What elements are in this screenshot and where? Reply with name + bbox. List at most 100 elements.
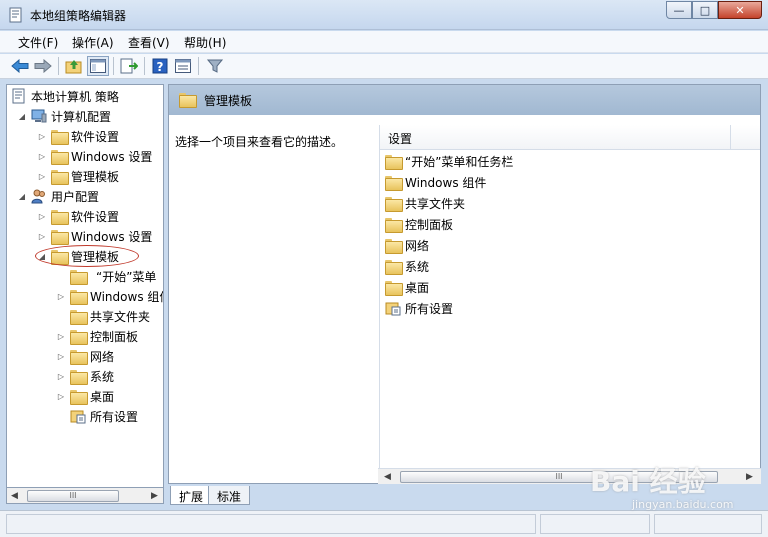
expand-arrow-icon[interactable]: ▷ [37,131,47,141]
folder-icon [70,329,88,345]
expand-arrow-icon[interactable]: ▷ [56,371,66,381]
scroll-left-icon[interactable]: ◀ [384,472,391,482]
tree-item-admin-templates[interactable]: ▷ 管理模板 [37,167,119,185]
list-item-start-menu[interactable]: “开始”菜单和任务栏 [385,151,513,171]
computer-icon [31,109,47,123]
tree-item-desktop[interactable]: ▷ 桌面 [56,387,114,405]
scroll-right-icon[interactable]: ▶ [746,472,753,482]
tree-item-label: Windows 设置 [71,229,153,244]
expand-arrow-icon[interactable]: ▷ [56,331,66,341]
export-list-button[interactable] [118,56,140,76]
help-icon: ? [152,58,168,74]
forward-button[interactable] [32,56,54,76]
list-item-desktop[interactable]: 桌面 [385,277,429,297]
title-bar[interactable]: 本地组策略编辑器 — □ ✕ [0,0,768,30]
users-icon [31,189,45,204]
tree-item-system[interactable]: ▷ 系统 [56,367,114,385]
folder-icon [385,238,403,254]
details-pane: 管理模板 选择一个项目来查看它的描述。 设置 “开始”菜单和任务栏 Window… [168,84,761,484]
list-item-label: 控制面板 [405,217,454,232]
tree-item-user-config[interactable]: ◢ 用户配置 [17,187,99,205]
settings-list[interactable]: 设置 “开始”菜单和任务栏 Windows 组件 共享文件夹 控制面板 网络 系… [379,125,760,483]
tree-item-computer-config[interactable]: ◢ 计算机配置 [17,107,111,125]
expand-arrow-icon[interactable]: ▷ [37,231,47,241]
tree-item-user-windows-settings[interactable]: ▷ Windows 设置 [37,227,152,245]
list-item-network[interactable]: 网络 [385,235,429,255]
tree-item-label: 计算机配置 [51,109,112,124]
tree-item-all-settings[interactable]: 所有设置 [70,407,138,425]
tree-item-network[interactable]: ▷ 网络 [56,347,114,365]
menu-help[interactable]: 帮助(H) [184,34,226,51]
tree-item-label: 管理模板 [71,169,120,184]
list-item-shared-folders[interactable]: 共享文件夹 [385,193,465,213]
tab-extended[interactable]: 扩展 [170,486,213,505]
folder-icon [385,196,403,212]
tree-item-shared-folders[interactable]: 共享文件夹 [70,307,150,325]
tree-item-root[interactable]: 本地计算机 策略 [11,87,119,105]
folder-icon [51,209,69,225]
column-header-settings[interactable]: 设置 [380,125,760,150]
help-button[interactable]: ? [149,56,171,76]
tree-item-windows-components[interactable]: ▷ Windows 组件 [56,287,163,305]
column-header-label: 设置 [388,132,413,146]
expand-arrow-icon[interactable]: ▷ [56,291,66,301]
tab-standard[interactable]: 标准 [208,486,251,505]
up-folder-icon [65,60,82,74]
minimize-button[interactable]: — [666,1,692,19]
menu-view[interactable]: 查看(V) [128,34,170,51]
tree-item-start-menu[interactable]: “开始”菜单 [70,267,156,285]
tree-horizontal-scrollbar[interactable]: ◀ III ▶ [6,487,164,504]
expand-arrow-icon[interactable]: ▷ [37,151,47,161]
tree-pane[interactable]: 本地计算机 策略 ◢ 计算机配置 ▷ 软件设置 ▷ Windows 设置 ▷ 管… [6,84,164,503]
folder-icon [385,217,403,233]
list-item-control-panel[interactable]: 控制面板 [385,214,453,234]
maximize-button[interactable]: □ [692,1,718,19]
status-bar [0,510,768,537]
menu-file[interactable]: 文件(F) [18,34,58,51]
list-item-system[interactable]: 系统 [385,256,429,276]
list-item-all-settings[interactable]: 所有设置 [385,298,453,318]
scroll-right-icon[interactable]: ▶ [151,491,158,501]
tree-item-label: 控制面板 [90,329,139,344]
up-level-button[interactable] [63,56,85,76]
properties-button[interactable] [172,56,194,76]
scroll-left-icon[interactable]: ◀ [11,491,18,501]
tree-item-label: 网络 [90,349,115,364]
close-button[interactable]: ✕ [718,1,762,19]
list-item-windows-components[interactable]: Windows 组件 [385,172,486,192]
menu-action[interactable]: 操作(A) [72,34,114,51]
tree-item-label: 系统 [90,369,115,384]
collapse-arrow-icon[interactable]: ◢ [17,191,27,201]
baidu-watermark: Bai 经验 [590,465,706,498]
tree-item-control-panel[interactable]: ▷ 控制面板 [56,327,138,345]
tree-item-label: 软件设置 [71,129,120,144]
toolbar-separator [144,57,145,75]
tree-item-software-settings[interactable]: ▷ 软件设置 [37,127,119,145]
folder-icon [385,259,403,275]
folder-icon [70,389,88,405]
collapse-arrow-icon[interactable]: ◢ [17,111,27,121]
expand-arrow-icon[interactable]: ▷ [37,211,47,221]
folder-icon [70,269,88,285]
expand-arrow-icon[interactable]: ▷ [37,171,47,181]
tree-item-label: 共享文件夹 [90,309,151,324]
list-item-label: 所有设置 [405,301,454,316]
list-item-label: 共享文件夹 [405,196,466,211]
expand-arrow-icon[interactable]: ▷ [56,391,66,401]
tree-item-label: “开始”菜单 [96,269,157,284]
tree-item-label: 本地计算机 策略 [31,89,119,104]
folder-icon [70,349,88,365]
details-header: 管理模板 [169,85,760,115]
folder-icon [51,229,69,245]
tree-item-user-software-settings[interactable]: ▷ 软件设置 [37,207,119,225]
filter-button[interactable] [204,56,226,76]
column-divider[interactable] [730,125,731,150]
expand-arrow-icon[interactable]: ▷ [56,351,66,361]
folder-icon [51,149,69,165]
back-button[interactable] [9,56,31,76]
list-item-label: “开始”菜单和任务栏 [405,154,514,169]
show-hide-tree-button[interactable] [87,56,109,76]
tree-item-windows-settings[interactable]: ▷ Windows 设置 [37,147,152,165]
properties-icon [175,59,191,73]
scrollbar-thumb[interactable]: III [27,490,119,502]
